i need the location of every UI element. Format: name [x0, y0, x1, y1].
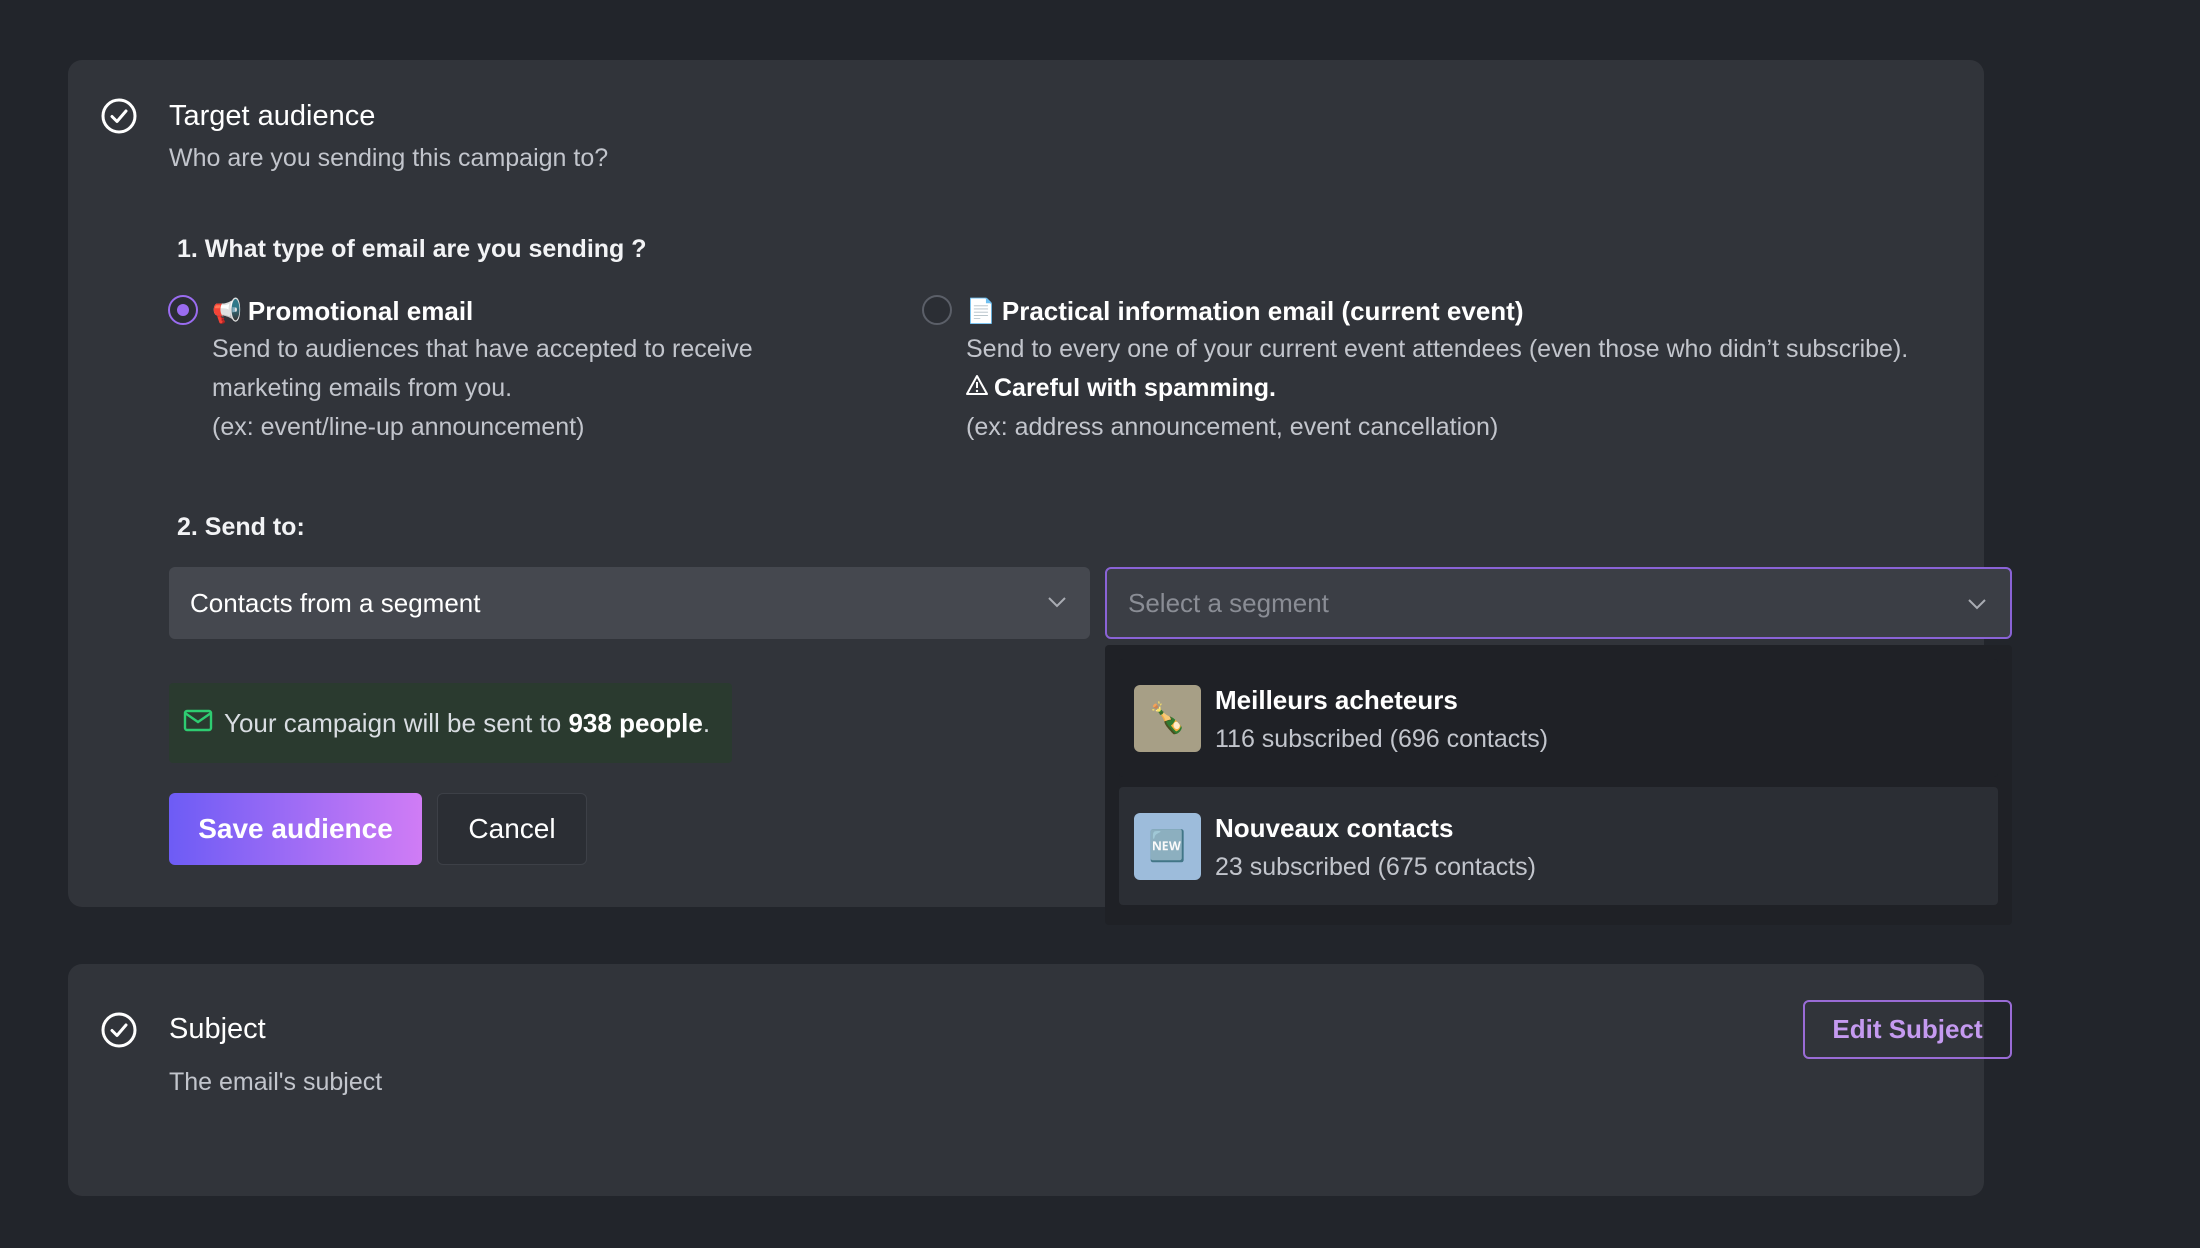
edit-subject-button[interactable]: Edit Subject [1803, 1000, 2012, 1059]
desc-line: Send to every one of your current event … [966, 335, 1909, 363]
new-badge-icon: 🆕 [1134, 813, 1201, 880]
subject-subtitle: The email's subject [169, 1068, 383, 1096]
question-send-to: 2. Send to: [177, 513, 305, 541]
section-subtitle: Who are you sending this campaign to? [169, 144, 609, 172]
subject-title: Subject [169, 1013, 266, 1045]
desc-line: marketing emails from you. [212, 374, 513, 402]
segment-meta: 23 subscribed (675 contacts) [1215, 853, 1537, 881]
warning-icon [966, 369, 988, 408]
champagne-icon: 🍾 [1134, 685, 1201, 752]
warning-line: Careful with spamming. [966, 369, 1908, 408]
document-icon: 📄 [966, 298, 996, 325]
segment-option[interactable]: 🍾 Meilleurs acheteurs 116 subscribed (69… [1119, 659, 1998, 777]
notice-suffix: . [702, 707, 711, 738]
segment-meta: 116 subscribed (696 contacts) [1215, 725, 1549, 753]
radio-promotional[interactable] [168, 295, 198, 325]
question-email-type: 1. What type of email are you sending ? [177, 235, 647, 263]
chevron-down-icon [1046, 591, 1068, 613]
cancel-button[interactable]: Cancel [437, 793, 587, 865]
check-circle-icon [100, 1011, 138, 1049]
segment-select[interactable]: Select a segment [1105, 567, 2012, 639]
option-promotional-title[interactable]: 📢 Promotional email [212, 296, 473, 327]
segment-name: Nouveaux contacts [1215, 813, 1454, 843]
option-promotional-description: Send to audiences that have accepted to … [212, 330, 753, 447]
envelope-icon [182, 704, 214, 743]
option-label: Promotional email [247, 296, 474, 326]
option-practical-description: Send to every one of your current event … [966, 330, 1908, 447]
radio-practical-info[interactable] [922, 295, 952, 325]
recipients-notice: Your campaign will be sent to 938 people… [169, 683, 732, 763]
section-title: Target audience [169, 100, 376, 132]
chevron-down-icon [1966, 593, 1988, 615]
option-label: Practical information email (current eve… [1001, 296, 1524, 326]
desc-line: (ex: address announcement, event cancell… [966, 413, 1499, 441]
segment-option[interactable]: 🆕 Nouveaux contacts 23 subscribed (675 c… [1119, 787, 1998, 905]
segment-name: Meilleurs acheteurs [1215, 685, 1458, 715]
send-to-select[interactable]: Contacts from a segment [169, 567, 1090, 639]
desc-line: (ex: event/line-up announcement) [212, 413, 585, 441]
desc-line: Send to audiences that have accepted to … [212, 335, 753, 363]
notice-prefix: Your campaign will be sent to [224, 707, 569, 738]
megaphone-icon: 📢 [212, 298, 242, 325]
segment-dropdown: 🍾 Meilleurs acheteurs 116 subscribed (69… [1105, 645, 2012, 925]
send-to-value: Contacts from a segment [190, 587, 481, 618]
warning-text: Careful with spamming. [994, 374, 1276, 402]
notice-text: Your campaign will be sent to 938 people… [224, 708, 710, 739]
option-practical-title[interactable]: 📄 Practical information email (current e… [966, 296, 1523, 327]
segment-placeholder: Select a segment [1128, 587, 1329, 618]
notice-count: 938 people [568, 707, 703, 738]
save-audience-button[interactable]: Save audience [169, 793, 422, 865]
check-circle-icon [100, 97, 138, 135]
